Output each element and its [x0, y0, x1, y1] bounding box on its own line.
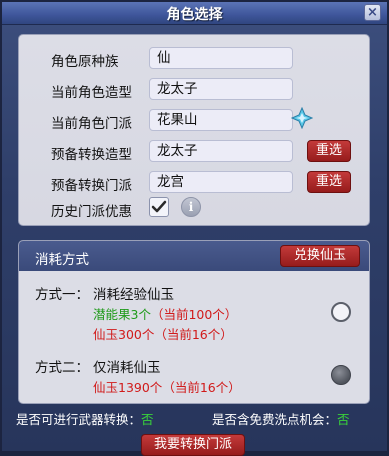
- value-target-model: 龙太子: [149, 140, 293, 162]
- option2-prefix: 方式二：: [35, 360, 89, 376]
- window-title: 角色选择: [166, 7, 223, 23]
- row-current-school: 当前角色门派 花果山: [19, 109, 371, 133]
- option1-line2-current: （当前16个）: [154, 327, 233, 342]
- value-current-model: 龙太子: [149, 78, 293, 100]
- title-bar[interactable]: 角色选择 ×: [2, 2, 387, 25]
- label-original-race: 角色原种族: [51, 54, 119, 70]
- option1-line1-item: 潜能果3个: [93, 307, 151, 322]
- free-wash-value: 否: [337, 412, 350, 427]
- consume-header: 消耗方式 兑换仙玉: [19, 241, 369, 271]
- exchange-xianyu-button[interactable]: 兑换仙玉: [280, 245, 360, 267]
- option2-desc: 仅消耗仙玉: [93, 360, 161, 376]
- row-original-race: 角色原种族 仙: [19, 47, 371, 71]
- free-wash-info: 是否含免费洗点机会：否: [212, 409, 350, 428]
- consume-panel: 消耗方式 兑换仙玉 方式一： 消耗经验仙玉 潜能果3个（当前100个） 仙玉30…: [18, 240, 370, 404]
- option2-line1-item: 仙玉1390个: [93, 380, 163, 395]
- option2-line1-current: （当前16个）: [162, 380, 241, 395]
- label-target-school: 预备转换门派: [51, 178, 132, 194]
- free-wash-label: 是否含免费洗点机会：: [212, 412, 338, 427]
- sparkle-gem-icon: [291, 107, 313, 129]
- reselect-model-button[interactable]: 重选: [307, 140, 351, 162]
- weapon-transform-info: 是否可进行武器转换：否: [16, 409, 154, 428]
- row-target-model: 预备转换造型 龙太子 重选: [19, 140, 371, 164]
- row-target-school: 预备转换门派 龙宫 重选: [19, 171, 371, 195]
- value-target-school: 龙宫: [149, 171, 293, 193]
- option1-desc: 消耗经验仙玉: [93, 287, 174, 303]
- option2-radio[interactable]: [331, 365, 351, 385]
- row-current-model: 当前角色造型 龙太子: [19, 78, 371, 102]
- option1-prefix: 方式一：: [35, 287, 89, 303]
- option2-line1: 仙玉1390个（当前16个）: [93, 377, 241, 396]
- reselect-school-button[interactable]: 重选: [307, 171, 351, 193]
- option1-line2: 仙玉300个（当前16个）: [93, 324, 233, 343]
- weapon-transform-value: 否: [141, 412, 154, 427]
- weapon-transform-label: 是否可进行武器转换：: [16, 412, 142, 427]
- label-target-model: 预备转换造型: [51, 147, 132, 163]
- option1-line2-item: 仙玉300个: [93, 327, 155, 342]
- label-current-school: 当前角色门派: [51, 116, 132, 132]
- role-info-panel: 角色原种族 仙 当前角色造型 龙太子 当前角色门派 花果山 预备转换造型 龙太子…: [18, 34, 370, 226]
- role-select-window: 角色选择 × 角色原种族 仙 当前角色造型 龙太子 当前角色门派 花果山 预备转…: [0, 0, 389, 456]
- value-current-school: 花果山: [149, 109, 293, 131]
- consume-title: 消耗方式: [35, 252, 89, 268]
- option1-line1: 潜能果3个（当前100个）: [93, 304, 237, 323]
- row-history-discount: 历史门派优惠 i: [19, 197, 371, 221]
- info-icon[interactable]: i: [181, 197, 201, 217]
- checkmark-icon: [151, 200, 167, 213]
- label-history-discount: 历史门派优惠: [51, 204, 132, 220]
- option1-line1-current: （当前100个）: [150, 307, 238, 322]
- label-current-model: 当前角色造型: [51, 85, 132, 101]
- close-button[interactable]: ×: [364, 4, 381, 21]
- value-original-race: 仙: [149, 47, 293, 69]
- option1-radio[interactable]: [331, 302, 351, 322]
- history-discount-checkbox[interactable]: [149, 197, 169, 217]
